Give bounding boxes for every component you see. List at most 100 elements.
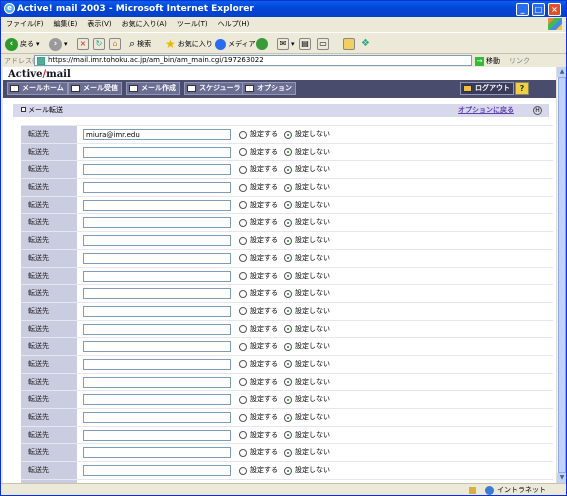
scroll-up-button[interactable]: ▲ [557, 67, 566, 77]
vertical-scrollbar[interactable]: ▲ ▼ [556, 67, 566, 483]
enable-radio[interactable] [239, 448, 247, 457]
help-button[interactable]: ? [515, 82, 529, 95]
disable-radio[interactable] [284, 378, 292, 387]
forward-address-input[interactable] [83, 465, 231, 477]
forward-address-input[interactable] [83, 217, 231, 229]
disable-radio[interactable] [284, 325, 292, 334]
enable-radio[interactable] [239, 218, 247, 227]
messenger-button[interactable]: ❖ [361, 36, 370, 52]
enable-radio[interactable] [239, 130, 247, 139]
links-button[interactable]: リンク [509, 56, 530, 66]
maximize-button[interactable]: □ [532, 3, 545, 16]
enable-radio[interactable] [239, 183, 247, 192]
nav-receive-mail[interactable]: メール受信 [68, 82, 122, 95]
enable-radio[interactable] [239, 165, 247, 174]
disable-radio[interactable] [284, 307, 292, 316]
disable-radio[interactable] [284, 395, 292, 404]
enable-radio[interactable] [239, 325, 247, 334]
enable-radio[interactable] [239, 148, 247, 157]
nav-compose-mail[interactable]: メール作成 [126, 82, 180, 95]
disable-radio[interactable] [284, 254, 292, 263]
forward-button[interactable]: › ▾ [49, 36, 68, 52]
forward-address-input[interactable] [83, 447, 231, 459]
forward-address-input[interactable] [83, 358, 231, 370]
scroll-thumb[interactable] [558, 77, 566, 473]
disable-radio[interactable] [284, 360, 292, 369]
history-button[interactable] [256, 36, 268, 52]
enable-radio[interactable] [239, 395, 247, 404]
enable-radio[interactable] [239, 307, 247, 316]
enable-radio[interactable] [239, 378, 247, 387]
minimize-button[interactable]: _ [516, 3, 529, 16]
forward-address-input[interactable] [83, 341, 231, 353]
media-button[interactable]: メディア [215, 36, 256, 52]
disable-radio[interactable] [284, 218, 292, 227]
forward-address-input[interactable] [83, 305, 231, 317]
forward-address-input[interactable] [83, 376, 231, 388]
enable-radio[interactable] [239, 254, 247, 263]
nav-mail-home[interactable]: メールホーム [7, 82, 68, 95]
enable-radio[interactable] [239, 360, 247, 369]
menu-help[interactable]: ヘルプ(H) [213, 18, 255, 31]
forward-address-input[interactable] [83, 129, 231, 140]
enable-radio[interactable] [239, 201, 247, 210]
forward-address-input[interactable] [83, 182, 231, 194]
back-button[interactable]: ‹ 戻る ▾ [5, 36, 40, 52]
disable-radio[interactable] [284, 236, 292, 245]
enable-radio[interactable] [239, 413, 247, 422]
go-button[interactable]: → 移動 [475, 56, 500, 66]
mail-button[interactable]: ✉ ▾ [277, 36, 295, 52]
disable-radio[interactable] [284, 431, 292, 440]
enable-radio[interactable] [239, 236, 247, 245]
forward-address-input[interactable] [83, 235, 231, 247]
forward-address-input[interactable] [83, 252, 231, 264]
search-button[interactable]: ⌕ 検索 [129, 36, 151, 52]
forward-address-input[interactable] [83, 412, 231, 423]
print-button[interactable]: ▤ [299, 36, 311, 52]
disable-radio[interactable] [284, 165, 292, 174]
home-button[interactable]: ⌂ [109, 36, 121, 52]
nav-scheduler[interactable]: スケジューラ [184, 82, 245, 95]
disable-radio[interactable] [284, 466, 292, 475]
enable-radio[interactable] [239, 466, 247, 475]
edit-button[interactable]: ▭ [317, 36, 329, 52]
forward-address-input[interactable] [83, 164, 231, 176]
logout-button[interactable]: ログアウト [460, 82, 514, 95]
disable-radio[interactable] [284, 342, 292, 351]
forward-address-input[interactable] [83, 270, 231, 282]
enable-radio[interactable] [239, 342, 247, 351]
forward-address-input[interactable] [83, 323, 231, 335]
favorites-button[interactable]: ★ お気に入り [165, 36, 213, 52]
forward-address-input[interactable] [83, 199, 231, 211]
menu-file[interactable]: ファイル(F) [1, 18, 49, 31]
forward-address-input[interactable] [83, 429, 231, 441]
forward-address-input[interactable] [83, 288, 231, 300]
refresh-button[interactable]: ↻ [93, 36, 105, 52]
close-button[interactable]: × [548, 3, 561, 16]
disable-radio[interactable] [284, 130, 292, 139]
disable-radio[interactable] [284, 148, 292, 157]
disable-label: 設定しない [295, 359, 330, 368]
enable-radio[interactable] [239, 431, 247, 440]
disable-radio[interactable] [284, 289, 292, 298]
disable-radio[interactable] [284, 272, 292, 280]
stop-button[interactable]: × [77, 36, 89, 52]
menu-tools[interactable]: ツール(T) [172, 18, 213, 31]
nav-options[interactable]: オプション [242, 82, 296, 95]
enable-radio[interactable] [239, 289, 247, 298]
forward-address-input[interactable] [83, 146, 231, 158]
disable-radio[interactable] [284, 448, 292, 457]
menu-favorites[interactable]: お気に入り(A) [117, 18, 172, 31]
menu-view[interactable]: 表示(V) [82, 18, 116, 31]
back-to-options-link[interactable]: オプションに戻る [458, 104, 514, 117]
address-input[interactable]: https://mail.imr.tohoku.ac.jp/am_bin/am_… [34, 55, 472, 66]
scroll-down-button[interactable]: ▼ [557, 473, 566, 483]
disable-radio[interactable] [284, 201, 292, 210]
menu-edit[interactable]: 編集(E) [49, 18, 83, 31]
enable-radio[interactable] [239, 272, 247, 280]
disable-radio[interactable] [284, 183, 292, 192]
disable-radio[interactable] [284, 413, 292, 422]
forward-options: 設定する 設定しない [239, 391, 330, 408]
forward-address-input[interactable] [83, 394, 231, 406]
folder-button[interactable] [343, 36, 355, 52]
